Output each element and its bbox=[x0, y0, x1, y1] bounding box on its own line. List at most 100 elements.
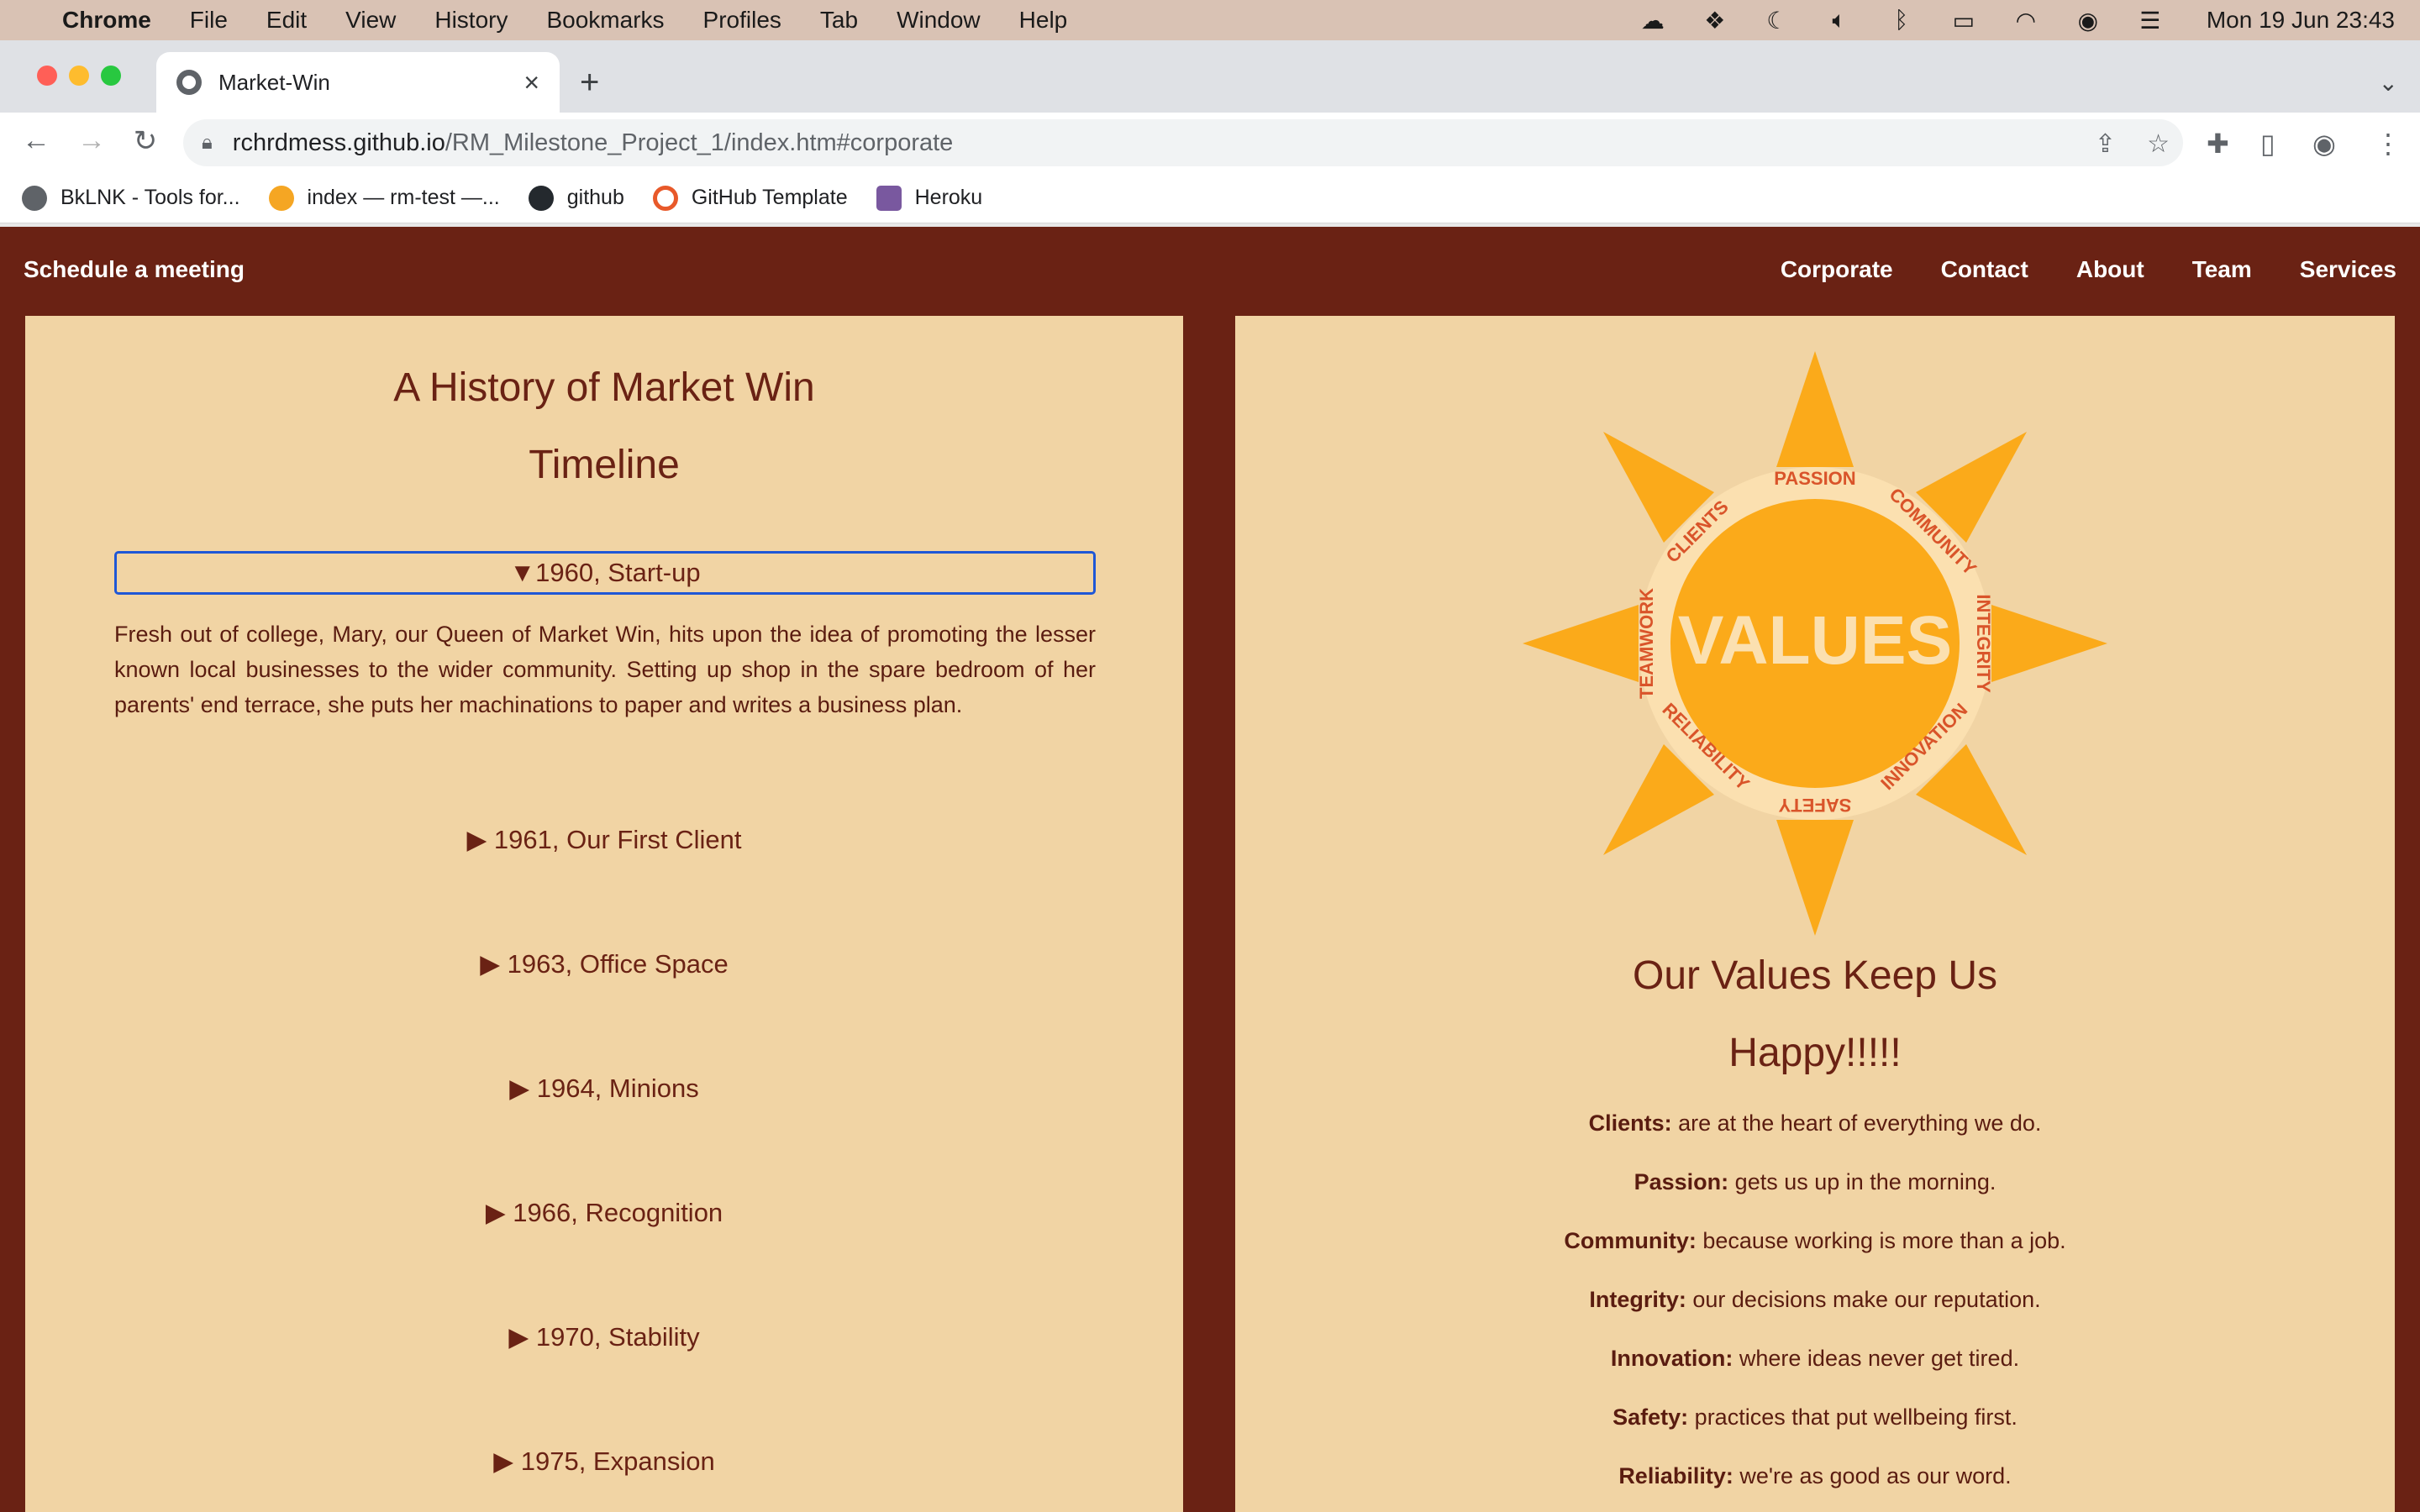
close-tab-icon[interactable]: × bbox=[523, 67, 539, 98]
profile-avatar[interactable]: ◉ bbox=[2312, 128, 2336, 160]
value-reliability: Reliability: we're as good as our word. bbox=[1235, 1463, 2395, 1489]
menu-profiles[interactable]: Profiles bbox=[703, 7, 781, 34]
menu-bookmarks[interactable]: Bookmarks bbox=[546, 7, 664, 34]
menu-edit[interactable]: Edit bbox=[266, 7, 307, 34]
volume-icon[interactable]: 🔈︎ bbox=[1825, 7, 1854, 34]
extensions-icon[interactable]: ✚ bbox=[2207, 128, 2229, 160]
value-text: are at the heart of everything we do. bbox=[1671, 1110, 2042, 1136]
forward-button[interactable]: → bbox=[77, 124, 106, 157]
bookmark-bklnk[interactable]: BkLNK - Tools for... bbox=[22, 185, 240, 211]
sun-ray bbox=[1776, 820, 1854, 936]
nav-services[interactable]: Services bbox=[2300, 256, 2396, 283]
bookmark-label: BkLNK - Tools for... bbox=[60, 186, 240, 209]
value-text: because working is more than a job. bbox=[1696, 1228, 2066, 1253]
value-term: Clients: bbox=[1588, 1110, 1672, 1136]
history-panel: A History of Market Win Timeline ▼1960, … bbox=[25, 316, 1183, 1512]
value-clients: Clients: are at the heart of everything … bbox=[1235, 1110, 2395, 1137]
sun-word: SAFETY bbox=[1778, 795, 1851, 816]
timeline-item-1975[interactable]: ▶ 1975, Expansion bbox=[25, 1446, 1183, 1477]
values-title-line1: Our Values Keep Us bbox=[1633, 953, 1997, 998]
value-safety: Safety: practices that put wellbeing fir… bbox=[1235, 1404, 2395, 1431]
close-window-button[interactable] bbox=[37, 66, 57, 86]
nav-team[interactable]: Team bbox=[2192, 256, 2252, 283]
browser-tab-active[interactable]: Market-Win × bbox=[156, 52, 560, 113]
timeline-item-1963[interactable]: ▶ 1963, Office Space bbox=[25, 949, 1183, 979]
globe-icon bbox=[22, 185, 47, 211]
bookmarks-bar: BkLNK - Tools for... index — rm-test —..… bbox=[0, 173, 2420, 223]
control-center-icon[interactable]: ☰ bbox=[2136, 7, 2165, 34]
history-heading: A History of Market Win Timeline bbox=[25, 349, 1183, 504]
sun-ray bbox=[1991, 605, 2107, 682]
reload-button[interactable]: ↻ bbox=[131, 124, 160, 158]
share-icon[interactable]: ⇪ bbox=[2095, 129, 2116, 159]
minimize-window-button[interactable] bbox=[69, 66, 89, 86]
bluetooth-icon[interactable]: ᛒ bbox=[1887, 7, 1916, 34]
battery-icon[interactable]: ▭ bbox=[1949, 7, 1978, 34]
side-panel-icon[interactable]: ▯ bbox=[2260, 128, 2275, 160]
bookmark-label: GitHub Template bbox=[691, 186, 848, 209]
back-button[interactable]: ← bbox=[22, 124, 50, 157]
lock-icon[interactable]: 🔒︎ bbox=[202, 131, 213, 155]
address-bar[interactable]: 🔒︎ rchrdmess.github.io/RM_Milestone_Proj… bbox=[183, 119, 2183, 166]
macos-menubar: Chrome File Edit View History Bookmarks … bbox=[0, 0, 2420, 40]
user-icon[interactable]: ◉ bbox=[2074, 7, 2102, 34]
creative-cloud-icon[interactable]: ☁ bbox=[1639, 7, 1667, 34]
dropbox-icon[interactable]: ❖ bbox=[1701, 7, 1729, 34]
sun-ray bbox=[1776, 351, 1854, 467]
url-host: rchrdmess.github.io bbox=[232, 129, 445, 156]
tab-strip: Market-Win × + ⌄ bbox=[0, 40, 2420, 113]
menu-view[interactable]: View bbox=[345, 7, 396, 34]
value-term: Integrity: bbox=[1589, 1287, 1686, 1312]
timeline-title: Timeline bbox=[529, 443, 680, 487]
heroku-icon bbox=[876, 185, 902, 211]
timeline-item-1960-summary[interactable]: ▼1960, Start-up bbox=[114, 551, 1096, 595]
menu-window[interactable]: Window bbox=[897, 7, 981, 34]
zoom-window-button[interactable] bbox=[101, 66, 121, 86]
bookmark-heroku[interactable]: Heroku bbox=[876, 185, 983, 211]
nav-links: Corporate Contact About Team Services bbox=[1781, 256, 2396, 283]
timeline-item-1966[interactable]: ▶ 1966, Recognition bbox=[25, 1198, 1183, 1228]
schedule-meeting-link[interactable]: Schedule a meeting bbox=[24, 256, 245, 283]
timeline-item-1960-text: Fresh out of college, Mary, our Queen of… bbox=[114, 622, 1096, 717]
timeline-item-1970[interactable]: ▶ 1970, Stability bbox=[25, 1322, 1183, 1352]
sun-center-label: VALUES bbox=[1678, 602, 1953, 679]
wifi-icon[interactable]: ◠ bbox=[2012, 7, 2040, 34]
nav-corporate[interactable]: Corporate bbox=[1781, 256, 1893, 283]
web-page: Schedule a meeting Corporate Contact Abo… bbox=[0, 227, 2420, 1512]
globe-icon bbox=[176, 70, 202, 95]
url-path: /RM_Milestone_Project_1/index.htm#corpor… bbox=[445, 129, 954, 156]
bookmark-github[interactable]: github bbox=[528, 185, 624, 211]
values-heading: Our Values Keep Us Happy!!!!! bbox=[1235, 937, 2395, 1092]
bookmark-index-rm-test[interactable]: index — rm-test —... bbox=[268, 185, 500, 211]
value-term: Innovation: bbox=[1610, 1346, 1733, 1371]
menu-app-name[interactable]: Chrome bbox=[62, 7, 151, 34]
menu-help[interactable]: Help bbox=[1019, 7, 1068, 34]
moon-icon[interactable]: ☾ bbox=[1763, 7, 1791, 34]
bookmark-github-template[interactable]: GitHub Template bbox=[652, 185, 848, 211]
tab-title: Market-Win bbox=[218, 69, 330, 95]
new-tab-button[interactable]: + bbox=[580, 66, 599, 99]
menu-tab[interactable]: Tab bbox=[820, 7, 858, 34]
nav-about[interactable]: About bbox=[2076, 256, 2144, 283]
value-text: our decisions make our reputation. bbox=[1686, 1287, 2041, 1312]
sun-word: PASSION bbox=[1774, 468, 1855, 489]
more-menu-icon[interactable]: ⋮ bbox=[2375, 128, 2402, 160]
timeline-item-1964[interactable]: ▶ 1964, Minions bbox=[25, 1074, 1183, 1104]
nav-contact[interactable]: Contact bbox=[1941, 256, 2028, 283]
menu-file[interactable]: File bbox=[190, 7, 228, 34]
timeline-item-1961[interactable]: ▶ 1961, Our First Client bbox=[25, 825, 1183, 855]
sun-ray bbox=[1523, 605, 1639, 682]
value-term: Passion: bbox=[1634, 1169, 1729, 1194]
value-integrity: Integrity: our decisions make our reputa… bbox=[1235, 1287, 2395, 1313]
value-passion: Passion: gets us up in the morning. bbox=[1235, 1169, 2395, 1195]
bookmark-label: Heroku bbox=[914, 186, 983, 209]
values-sun-image: VALUES PASSION COMMUNITY INTEGRITY INNOV… bbox=[1523, 351, 2107, 936]
menubar-clock[interactable]: Mon 19 Jun 23:43 bbox=[2207, 7, 2395, 34]
value-text: where ideas never get tired. bbox=[1733, 1346, 2020, 1371]
bookmark-star-icon[interactable]: ☆ bbox=[2147, 129, 2170, 159]
site-navbar: Schedule a meeting Corporate Contact Abo… bbox=[0, 227, 2420, 312]
sun-word: TEAMWORK bbox=[1636, 588, 1657, 699]
menu-history[interactable]: History bbox=[434, 7, 508, 34]
tab-search-chevron-icon[interactable]: ⌄ bbox=[2379, 69, 2398, 97]
value-term: Safety: bbox=[1612, 1404, 1689, 1430]
